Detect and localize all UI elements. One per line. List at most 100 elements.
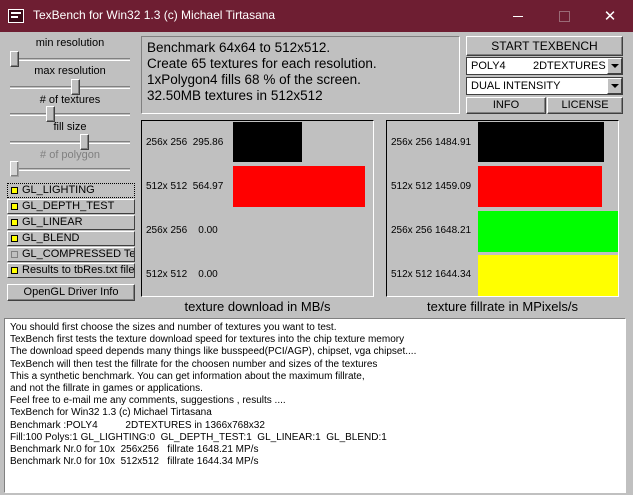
slider-thumb[interactable]	[71, 79, 80, 95]
chart-row: 512x 512 1459.09	[387, 165, 618, 209]
checkbox-label: GL_LINEAR	[22, 216, 83, 228]
checkbox-label: GL_BLEND	[22, 232, 80, 244]
value-label: 1459.09	[434, 181, 472, 192]
log-line: and not the fillrate in games or applica…	[10, 383, 203, 395]
slider-track	[10, 86, 130, 89]
license-button[interactable]: LICENSE	[547, 97, 623, 114]
log-line: TexBench will then test the fillrate for…	[10, 358, 378, 370]
category-label: 256x 256	[146, 225, 188, 236]
log-line: TexBench first tests the texture downloa…	[10, 334, 405, 346]
category-label: 512x 512	[391, 269, 433, 280]
checkbox-indicator	[11, 203, 18, 210]
log-output[interactable]: You should first choose the sizes and nu…	[4, 318, 626, 493]
category-label: 512x 512	[146, 181, 188, 192]
value-label: 1484.91	[434, 137, 472, 148]
info-button[interactable]: INFO	[466, 97, 546, 114]
row-label: 256x 256 1648.21	[391, 209, 471, 253]
mode-select[interactable]: POLY4 2DTEXTURES	[466, 57, 623, 75]
slider-track	[10, 113, 130, 116]
mode-select-value2: 2DTEXTURES	[533, 60, 606, 72]
slider-thumb[interactable]	[46, 106, 55, 122]
gl-blend-checkbox[interactable]: GL_BLEND	[7, 231, 135, 246]
slider-thumb	[10, 161, 19, 177]
log-line: Benchmark :POLY4 2DTEXTURES in 1366x768x…	[10, 419, 265, 431]
data-bar	[478, 122, 604, 162]
log-line: Benchmark Nr.0 for 10x 512x512 fillrate …	[10, 456, 259, 468]
title-bar[interactable]: TexBench for Win32 1.3 (c) Michael Tirta…	[0, 0, 633, 32]
slider-thumb[interactable]	[80, 134, 89, 150]
close-button[interactable]: ✕	[587, 0, 633, 32]
row-label: 512x 512 0.00	[146, 253, 218, 297]
checkbox-indicator	[11, 251, 18, 258]
chart-row: 256x 256 295.86	[142, 121, 373, 165]
slider-track	[10, 58, 130, 61]
category-label: 512x 512	[146, 269, 188, 280]
data-bar	[478, 211, 618, 252]
chevron-down-icon[interactable]	[607, 78, 622, 94]
checkbox-indicator	[11, 235, 18, 242]
data-bar	[233, 122, 302, 162]
app-icon	[8, 9, 24, 23]
download-chart-title: texture download in MB/s	[184, 299, 331, 314]
category-label: 512x 512	[391, 181, 433, 192]
chart-row: 512x 512 1644.34	[387, 253, 618, 297]
value-label: 1644.34	[434, 269, 472, 280]
log-line: TexBench for Win32 1.3 (c) Michael Tirta…	[10, 407, 212, 419]
chart-row: 512x 512 564.97	[142, 165, 373, 209]
row-label: 256x 256 1484.91	[391, 121, 471, 165]
gl-compressed-tex-checkbox[interactable]: GL_COMPRESSED Tex	[7, 247, 135, 262]
value-label: 564.97	[192, 181, 224, 192]
data-bar	[478, 166, 602, 207]
minimize-button[interactable]	[495, 0, 541, 32]
value-label: 1648.21	[434, 225, 472, 236]
chart-row: 256x 256 1648.21	[387, 209, 618, 253]
window-title: TexBench for Win32 1.3 (c) Michael Tirta…	[33, 8, 276, 22]
fillrate-chart: 256x 256 1484.91 512x 512 1459.09 256x 2…	[386, 120, 619, 297]
category-label: 256x 256	[146, 137, 188, 148]
download-chart: 256x 256 295.86 512x 512 564.97 256x 256…	[141, 120, 374, 297]
chart-row: 256x 256 1484.91	[387, 121, 618, 165]
log-line: Benchmark Nr.0 for 10x 256x256 fillrate …	[10, 444, 259, 456]
results-to-file-checkbox[interactable]: Results to tbRes.txt file	[7, 263, 135, 278]
log-line: You should first choose the sizes and nu…	[10, 322, 337, 333]
chevron-down-icon[interactable]	[607, 58, 622, 74]
checkbox-indicator	[11, 187, 18, 194]
checkbox-indicator	[11, 219, 18, 226]
value-label: 0.00	[198, 225, 218, 236]
checkbox-label: GL_LIGHTING	[22, 184, 95, 196]
gl-lighting-checkbox[interactable]: GL_LIGHTING	[7, 183, 135, 198]
slider-track	[10, 141, 130, 144]
value-label: 0.00	[198, 269, 218, 280]
fillrate-chart-title: texture fillrate in MPixels/s	[427, 299, 578, 314]
row-label: 512x 512 564.97	[146, 165, 223, 209]
info-line: 1xPolygon4 fills 68 % of the screen.	[147, 72, 361, 87]
chart-row: 512x 512 0.00	[142, 253, 373, 297]
row-label: 512x 512 1644.34	[391, 253, 471, 297]
mode-select-value: POLY4	[471, 60, 506, 72]
checkbox-label: Results to tbRes.txt file	[22, 264, 135, 276]
info-line: 32.50MB textures in 512x512	[147, 88, 323, 103]
chart-row: 256x 256 0.00	[142, 209, 373, 253]
maximize-button	[541, 0, 587, 32]
opengl-driver-info-button[interactable]: OpenGL Driver Info	[7, 284, 135, 301]
data-bar	[478, 255, 618, 296]
slider-track	[10, 168, 130, 171]
category-label: 256x 256	[391, 137, 433, 148]
log-line: This a synthetic benchmark. You can get …	[10, 370, 365, 382]
benchmark-info-box: Benchmark 64x64 to 512x512. Create 65 te…	[141, 36, 460, 114]
intensity-select-value: DUAL INTENSITY	[471, 80, 561, 92]
row-label: 512x 512 1459.09	[391, 165, 471, 209]
info-line: Benchmark 64x64 to 512x512.	[147, 40, 331, 55]
checkbox-label: GL_DEPTH_TEST	[22, 200, 115, 212]
data-bar	[233, 166, 365, 207]
gl-depth-test-checkbox[interactable]: GL_DEPTH_TEST	[7, 199, 135, 214]
max-resolution-label: max resolution	[34, 65, 106, 77]
fill-size-label: fill size	[53, 121, 87, 133]
start-texbench-button[interactable]: START TEXBENCH	[466, 36, 623, 56]
gl-linear-checkbox[interactable]: GL_LINEAR	[7, 215, 135, 230]
intensity-select[interactable]: DUAL INTENSITY	[466, 77, 623, 95]
row-label: 256x 256 0.00	[146, 209, 218, 253]
log-line: The download speed depends many things l…	[10, 346, 417, 358]
category-label: 256x 256	[391, 225, 433, 236]
log-line: Feel free to e-mail me any comments, sug…	[10, 395, 286, 407]
